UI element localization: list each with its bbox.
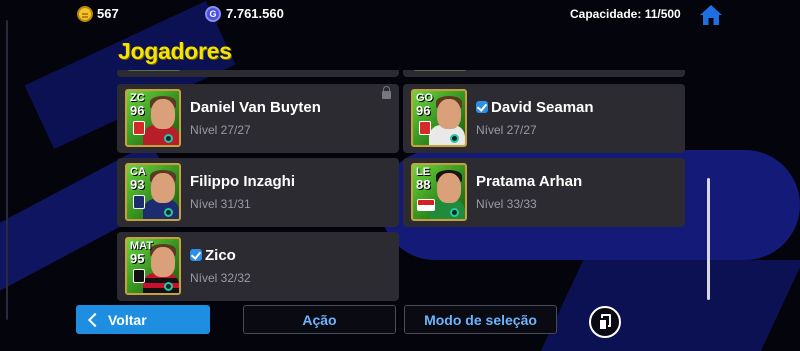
action-button[interactable]: Ação [243,305,396,334]
skill-ring-icon [164,134,173,143]
page-title: Jogadores [118,38,232,64]
chevron-left-icon [87,312,103,327]
list-scrollbar[interactable] [707,178,710,300]
action-button-label: Ação [302,311,337,328]
copy-icon-front [598,318,608,331]
player-name: Daniel Van Buyten [190,99,321,116]
player-name-row: Zico [190,247,236,264]
copy-icon[interactable] [589,306,621,338]
player-face [437,173,461,203]
player-card[interactable]: ZC 96 Daniel Van Buyten Nível 27/27 [117,84,399,153]
back-button-label: Voltar [108,311,147,328]
player-card[interactable]: LE 88 Pratama Arhan Nível 33/33 [403,158,685,227]
player-card-image: CA 93 [125,163,181,221]
skill-ring-icon [164,208,173,217]
player-rating: 93 [130,177,145,192]
player-level: Nível 27/27 [190,123,251,137]
club-badge-icon [419,121,431,135]
screen-edge-line [6,20,8,320]
player-face [151,99,175,129]
coin-balance: 7.761.560 [226,6,284,21]
player-thumbnail [127,70,181,71]
top-bar: 567 G 7.761.560 Capacidade: 11/500 [0,0,800,28]
player-card-image: GO 96 [411,89,467,147]
player-card[interactable]: CA 93 Filippo Inzaghi Nível 31/31 [117,158,399,227]
player-face [151,247,175,277]
indonesia-flag-icon [417,199,435,211]
player-level: Nível 31/31 [190,197,251,211]
player-card-image: LE 88 [411,163,467,221]
player-name: Pratama Arhan [476,173,583,190]
club-badge-icon [133,121,145,135]
club-badge-icon [133,195,145,209]
player-name: David Seaman [491,99,594,116]
player-name-row: David Seaman [476,99,594,116]
player-card[interactable]: MAT 95 Zico Nível 32/32 [117,232,399,301]
capacity-label: Capacidade: 11/500 [570,7,681,21]
selection-mode-button[interactable]: Modo de seleção [404,305,557,334]
player-name: Zico [205,247,236,264]
lock-icon [382,86,391,99]
player-rating: 88 [416,177,431,192]
skill-ring-icon [450,134,459,143]
club-badge-icon [133,269,145,283]
player-list[interactable]: ZC 96 Daniel Van Buyten Nível 27/27 GO 9… [117,70,687,301]
player-name: Filippo Inzaghi [190,173,295,190]
player-level: Nível 33/33 [476,197,537,211]
home-icon[interactable] [699,4,723,26]
player-rating: 95 [130,251,145,266]
player-card[interactable]: GO 96 David Seaman Nível 27/27 [403,84,685,153]
selection-mode-label: Modo de seleção [424,311,537,328]
player-rating: 96 [130,103,145,118]
back-button[interactable]: Voltar [76,305,210,334]
player-level: Nível 27/27 [476,123,537,137]
player-face [437,99,461,129]
player-card-partial[interactable] [117,70,399,77]
skill-ring-icon [164,282,173,291]
ecoin-icon: G [205,6,221,22]
player-thumbnail [413,70,467,71]
player-face [151,173,175,203]
gp-balance: 567 [97,6,119,21]
player-card-partial[interactable] [403,70,685,77]
skill-ring-icon [450,208,459,217]
check-icon [190,249,202,261]
player-card-image: MAT 95 [125,237,181,295]
player-rating: 96 [416,103,431,118]
check-icon [476,101,488,113]
player-level: Nível 32/32 [190,271,251,285]
player-card-image: ZC 96 [125,89,181,147]
gp-coin-icon [77,6,93,22]
